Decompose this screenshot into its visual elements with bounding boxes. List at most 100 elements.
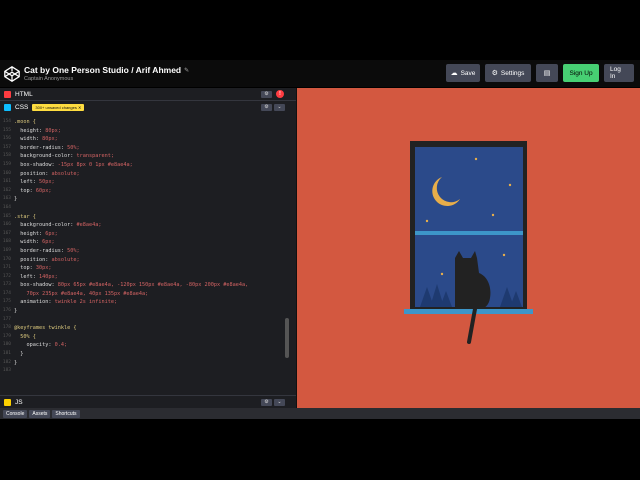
code-text: } bbox=[14, 308, 18, 315]
html-error-badge[interactable]: ! bbox=[276, 90, 284, 98]
code-line[interactable]: 169 border-radius: 50%; bbox=[0, 247, 296, 256]
line-number: 159 bbox=[2, 161, 11, 167]
settings-button[interactable]: ⚙ Settings bbox=[485, 64, 531, 82]
line-number: 165 bbox=[2, 213, 11, 219]
code-line[interactable]: 164 bbox=[0, 204, 296, 213]
line-number: 174 bbox=[2, 290, 11, 296]
code-text: 50% { bbox=[14, 333, 36, 340]
js-label: JS bbox=[15, 398, 23, 406]
html-panel-header[interactable]: HTML ⚙ ! bbox=[0, 88, 296, 101]
line-number: 161 bbox=[2, 179, 11, 185]
gear-icon: ⚙ bbox=[491, 70, 498, 77]
code-line[interactable]: 159 box-shadow: -15px 8px 0 1px #e8ae4a; bbox=[0, 161, 296, 170]
code-line[interactable]: 165 .star { bbox=[0, 213, 296, 222]
code-line[interactable]: 158 background-color: transparent; bbox=[0, 152, 296, 161]
line-number: 175 bbox=[2, 299, 11, 305]
js-icon bbox=[4, 398, 11, 406]
code-text: height: 6px; bbox=[14, 230, 58, 237]
code-line[interactable]: 163} bbox=[0, 195, 296, 204]
code-line[interactable]: 182} bbox=[0, 359, 296, 368]
line-number: 163 bbox=[2, 196, 11, 202]
code-text: background-color: transparent; bbox=[14, 153, 114, 160]
code-line[interactable]: 183 bbox=[0, 367, 296, 376]
code-text: .moon { bbox=[14, 119, 36, 125]
code-line[interactable]: 167 height: 6px; bbox=[0, 230, 296, 239]
edit-pencil-icon[interactable]: ✎ bbox=[184, 67, 189, 74]
bottom-toolbar: Console Assets Shortcuts bbox=[0, 408, 640, 419]
pen-title[interactable]: Cat by One Person Studio / Arif Ahmed bbox=[24, 65, 181, 75]
shortcuts-tab[interactable]: Shortcuts bbox=[52, 409, 80, 418]
code-line[interactable]: 172 left: 140px; bbox=[0, 273, 296, 282]
star bbox=[474, 157, 478, 161]
window-sill bbox=[404, 309, 533, 314]
star bbox=[508, 183, 512, 187]
code-line[interactable]: 156 width: 80px; bbox=[0, 135, 296, 144]
settings-label: Settings bbox=[500, 69, 525, 77]
line-number: 170 bbox=[2, 256, 11, 262]
code-line[interactable]: 161 left: 50px; bbox=[0, 178, 296, 187]
code-text: @keyframes twinkle { bbox=[14, 325, 77, 332]
line-number: 164 bbox=[2, 204, 11, 210]
js-panel-header[interactable]: JS ⚙ ⌄ bbox=[0, 395, 296, 408]
code-text: } bbox=[14, 359, 18, 366]
editor-column: HTML ⚙ ! CSS 300+ unsaved changes ✕ ⚙ ⌄ … bbox=[0, 88, 296, 408]
code-line[interactable]: 171 top: 30px; bbox=[0, 264, 296, 273]
cat-window-illustration bbox=[404, 141, 533, 344]
line-number: 173 bbox=[2, 282, 11, 288]
code-text: left: 50px; bbox=[14, 179, 55, 186]
code-line[interactable]: 176} bbox=[0, 307, 296, 316]
code-line[interactable]: 162 top: 60px; bbox=[0, 187, 296, 196]
codepen-logo-icon[interactable] bbox=[3, 65, 21, 83]
author-name[interactable]: Captain Anonymous bbox=[24, 76, 189, 82]
css-settings-icon[interactable]: ⚙ bbox=[261, 104, 272, 111]
line-number: 172 bbox=[2, 273, 11, 279]
change-view-button[interactable]: ▤ bbox=[536, 64, 558, 82]
code-text: animation: twinkle 2s infinite; bbox=[14, 299, 118, 306]
code-line[interactable]: 160 position: absolute; bbox=[0, 170, 296, 179]
code-line[interactable]: 166 background-color: #e8ae4a; bbox=[0, 221, 296, 230]
code-line[interactable]: 157 border-radius: 50%; bbox=[0, 144, 296, 153]
line-number: 166 bbox=[2, 222, 11, 228]
save-button[interactable]: ☁ Save bbox=[446, 64, 480, 82]
console-tab[interactable]: Console bbox=[3, 409, 28, 418]
unsaved-changes-badge[interactable]: 300+ unsaved changes ✕ bbox=[32, 104, 85, 111]
code-text: } bbox=[14, 196, 18, 203]
code-line[interactable]: 174 70px 235px #e8ae4a, 40px 135px #e8ae… bbox=[0, 290, 296, 299]
js-settings-icon[interactable]: ⚙ bbox=[261, 399, 272, 406]
code-line[interactable]: 179 50% { bbox=[0, 333, 296, 342]
css-panel-header[interactable]: CSS 300+ unsaved changes ✕ ⚙ ⌄ bbox=[0, 101, 296, 114]
code-text: } bbox=[14, 351, 24, 358]
css-collapse-icon[interactable]: ⌄ bbox=[274, 104, 285, 111]
code-line[interactable]: 175 animation: twinkle 2s infinite; bbox=[0, 298, 296, 307]
code-line[interactable]: 170 position: absolute; bbox=[0, 256, 296, 265]
code-text: width: 80px; bbox=[14, 136, 58, 143]
code-line[interactable]: 155 height: 80px; bbox=[0, 127, 296, 136]
line-number: 181 bbox=[2, 351, 11, 357]
code-line[interactable]: 181 } bbox=[0, 350, 296, 359]
css-label: CSS bbox=[15, 104, 29, 111]
line-number: 154 bbox=[2, 119, 11, 124]
html-icon bbox=[4, 90, 11, 98]
editor-scrollbar[interactable] bbox=[285, 318, 289, 358]
html-settings-icon[interactable]: ⚙ bbox=[261, 91, 272, 98]
window-upper-pane bbox=[415, 147, 523, 232]
code-text: top: 60px; bbox=[14, 187, 52, 194]
assets-tab[interactable]: Assets bbox=[29, 409, 51, 418]
code-text: border-radius: 50%; bbox=[14, 247, 80, 254]
star bbox=[440, 272, 444, 276]
css-code-editor[interactable]: 154 .moon {155 height: 80px; 156 width: 80… bbox=[0, 118, 296, 473]
star bbox=[491, 213, 495, 217]
login-button[interactable]: Log In bbox=[604, 64, 634, 82]
code-line[interactable]: 177 bbox=[0, 316, 296, 325]
code-line[interactable]: 178 @keyframes twinkle { bbox=[0, 324, 296, 333]
code-line[interactable]: 173 box-shadow: 80px 65px #e8ae4a, -120p… bbox=[0, 281, 296, 290]
code-line[interactable]: 180 opacity: 0.4; bbox=[0, 341, 296, 350]
signup-button[interactable]: Sign Up bbox=[563, 64, 599, 82]
line-number: 160 bbox=[2, 170, 11, 176]
line-number: 168 bbox=[2, 239, 11, 245]
window-crossbar bbox=[415, 231, 523, 235]
code-text: width: 6px; bbox=[14, 239, 55, 246]
code-line[interactable]: 168 width: 6px; bbox=[0, 238, 296, 247]
js-collapse-icon[interactable]: ⌄ bbox=[274, 399, 285, 406]
code-line[interactable]: 154 .moon { bbox=[0, 118, 296, 127]
